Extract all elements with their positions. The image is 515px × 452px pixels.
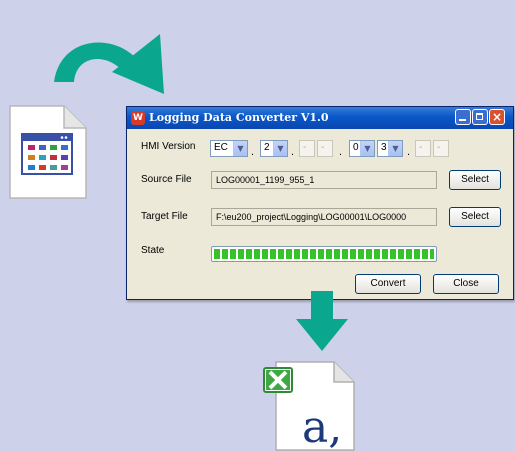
hmi-version-label: HMI Version xyxy=(141,141,196,152)
hmi-version-value-6: 3 xyxy=(381,142,387,153)
title-bar: W Logging Data Converter V1.0 × xyxy=(127,107,513,129)
hmi-version-value-5: 0 xyxy=(353,142,359,153)
target-file-field[interactable]: F:\eu200_project\Logging\LOG00001\LOG000… xyxy=(211,208,437,226)
chevron-down-icon[interactable]: ▼ xyxy=(360,141,374,156)
target-select-button[interactable]: Select xyxy=(449,207,501,227)
minimize-button[interactable] xyxy=(455,109,471,125)
chevron-down-icon[interactable]: ▼ xyxy=(388,141,402,156)
application-file-icon xyxy=(9,105,87,199)
hmi-version-value-7: - xyxy=(419,142,423,153)
version-separator: . xyxy=(291,146,295,158)
version-separator: . xyxy=(339,146,343,158)
source-file-field[interactable]: LOG00001_1199_955_1 xyxy=(211,171,437,189)
hmi-version-value-1: EC xyxy=(214,142,228,153)
source-file-label: Source File xyxy=(141,174,192,185)
hmi-version-combo-5[interactable]: 0 ▼ xyxy=(349,140,375,157)
hmi-version-combo-6[interactable]: 3 ▼ xyxy=(377,140,403,157)
hmi-version-value-4: - xyxy=(321,142,325,153)
version-separator: . xyxy=(251,146,255,158)
maximize-button[interactable] xyxy=(472,109,488,125)
convert-button[interactable]: Convert xyxy=(355,274,421,294)
version-separator: . xyxy=(407,146,411,158)
state-progress-bar xyxy=(211,246,437,262)
curved-arrow-icon xyxy=(54,34,164,94)
hmi-version-value-2: 2 xyxy=(264,142,270,153)
hmi-version-combo-3: - xyxy=(299,140,315,157)
hmi-version-value-3: - xyxy=(303,142,307,153)
hmi-version-combo-1[interactable]: EC ▼ xyxy=(210,140,248,157)
hmi-version-combo-7: - xyxy=(415,140,431,157)
state-label: State xyxy=(141,245,165,256)
source-select-button[interactable]: Select xyxy=(449,170,501,190)
window-title: Logging Data Converter V1.0 xyxy=(149,111,329,124)
hmi-version-combo-2[interactable]: 2 ▼ xyxy=(260,140,288,157)
hmi-version-value-8: - xyxy=(437,142,441,153)
excel-file-icon: a, xyxy=(263,361,355,452)
chevron-down-icon[interactable]: ▼ xyxy=(273,141,287,156)
app-logo-icon: W xyxy=(131,111,145,125)
close-window-button[interactable]: × xyxy=(489,109,505,125)
down-arrow-icon xyxy=(296,291,348,351)
close-button[interactable]: Close xyxy=(433,274,499,294)
excel-icon-letter: a, xyxy=(302,402,342,452)
target-file-label: Target File xyxy=(141,211,188,222)
progress-fill xyxy=(214,249,434,259)
hmi-version-combo-4: - xyxy=(317,140,333,157)
hmi-version-combo-8: - xyxy=(433,140,449,157)
chevron-down-icon[interactable]: ▼ xyxy=(233,141,247,156)
converter-window: W Logging Data Converter V1.0 × HMI Vers… xyxy=(126,106,514,300)
